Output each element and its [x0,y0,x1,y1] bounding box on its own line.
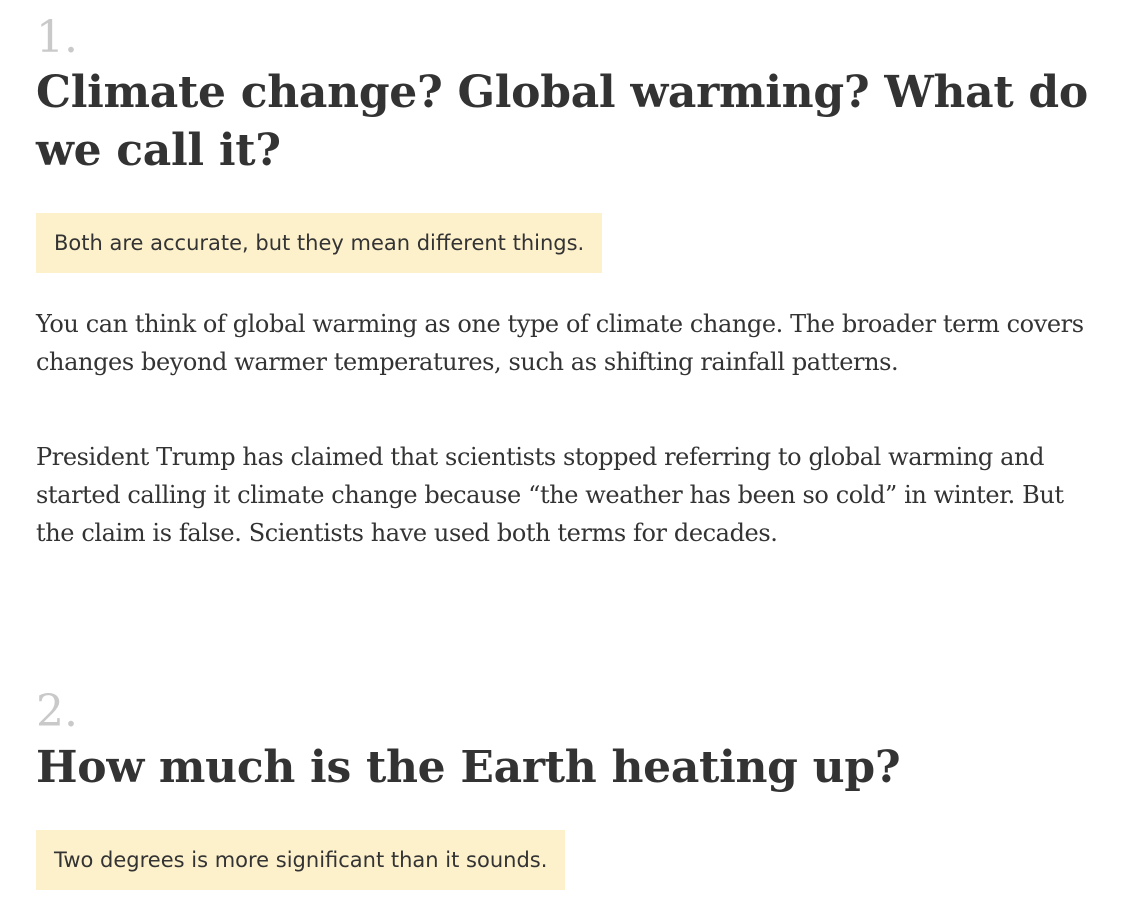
question-title: How much is the Earth heating up? [36,742,901,793]
answer-highlight: Both are accurate, but they mean differe… [36,213,603,273]
paragraph: President Trump has claimed that scienti… [36,443,1064,547]
question-title: Climate change? Global warming? What do … [36,67,1088,176]
paragraph: You can think of global warming as one t… [36,310,1084,376]
question-number: 1. [36,12,78,63]
question-number: 2. [36,686,78,737]
answer-highlight: Two degrees is more significant than it … [36,830,566,890]
